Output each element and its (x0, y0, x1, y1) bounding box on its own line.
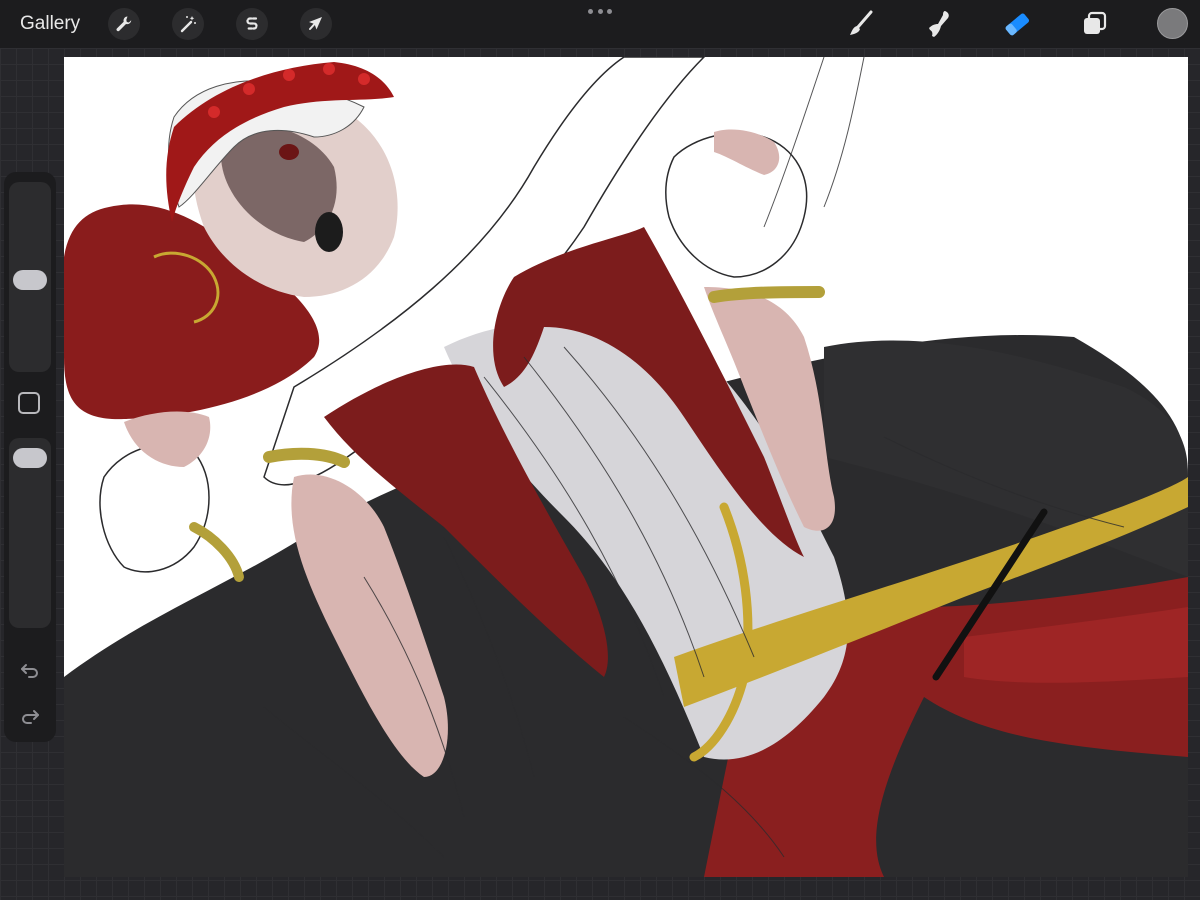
opacity-slider[interactable] (9, 438, 51, 628)
color-picker-button[interactable] (1157, 8, 1188, 39)
opacity-thumb[interactable] (13, 448, 47, 468)
top-toolbar: Gallery (0, 0, 1200, 48)
magic-wand-icon (180, 16, 196, 33)
window-grip[interactable] (588, 7, 612, 15)
brush-icon (850, 10, 873, 35)
eraser-tool-button[interactable] (999, 6, 1035, 42)
undo-icon (21, 664, 38, 678)
transform-button[interactable] (300, 8, 332, 40)
adjustments-button[interactable] (172, 8, 204, 40)
redo-icon (22, 710, 39, 724)
artwork (64, 57, 1188, 877)
eye (279, 144, 299, 160)
crown-jewel (283, 69, 295, 81)
side-toolbar (4, 172, 56, 742)
actions-button[interactable] (108, 8, 140, 40)
selection-button[interactable] (236, 8, 268, 40)
smudge-icon (929, 11, 949, 37)
layers-button[interactable] (1077, 6, 1113, 42)
layers-icon (1084, 11, 1107, 34)
left-hand-sketch (99, 444, 210, 573)
crown-jewel (243, 83, 255, 95)
mouth (315, 212, 343, 252)
selection-s-icon (246, 17, 258, 30)
brush-size-slider[interactable] (9, 182, 51, 372)
brush-size-thumb[interactable] (13, 270, 47, 290)
gold-bracelet (708, 286, 825, 303)
brush-tool-button[interactable] (843, 6, 879, 42)
undo-button[interactable] (18, 658, 42, 682)
gallery-button[interactable]: Gallery (20, 13, 80, 35)
gold-bracelet (189, 522, 244, 582)
crown-jewel (208, 106, 220, 118)
eraser-icon (1005, 13, 1030, 36)
wrench-icon (116, 16, 132, 32)
square-modify-icon[interactable] (18, 392, 40, 414)
smudge-tool-button[interactable] (921, 6, 957, 42)
arrow-cursor-icon (309, 17, 322, 30)
crown-jewel (358, 73, 370, 85)
redo-button[interactable] (18, 704, 42, 728)
drawing-canvas[interactable] (64, 57, 1188, 877)
crown-jewel (323, 63, 335, 75)
